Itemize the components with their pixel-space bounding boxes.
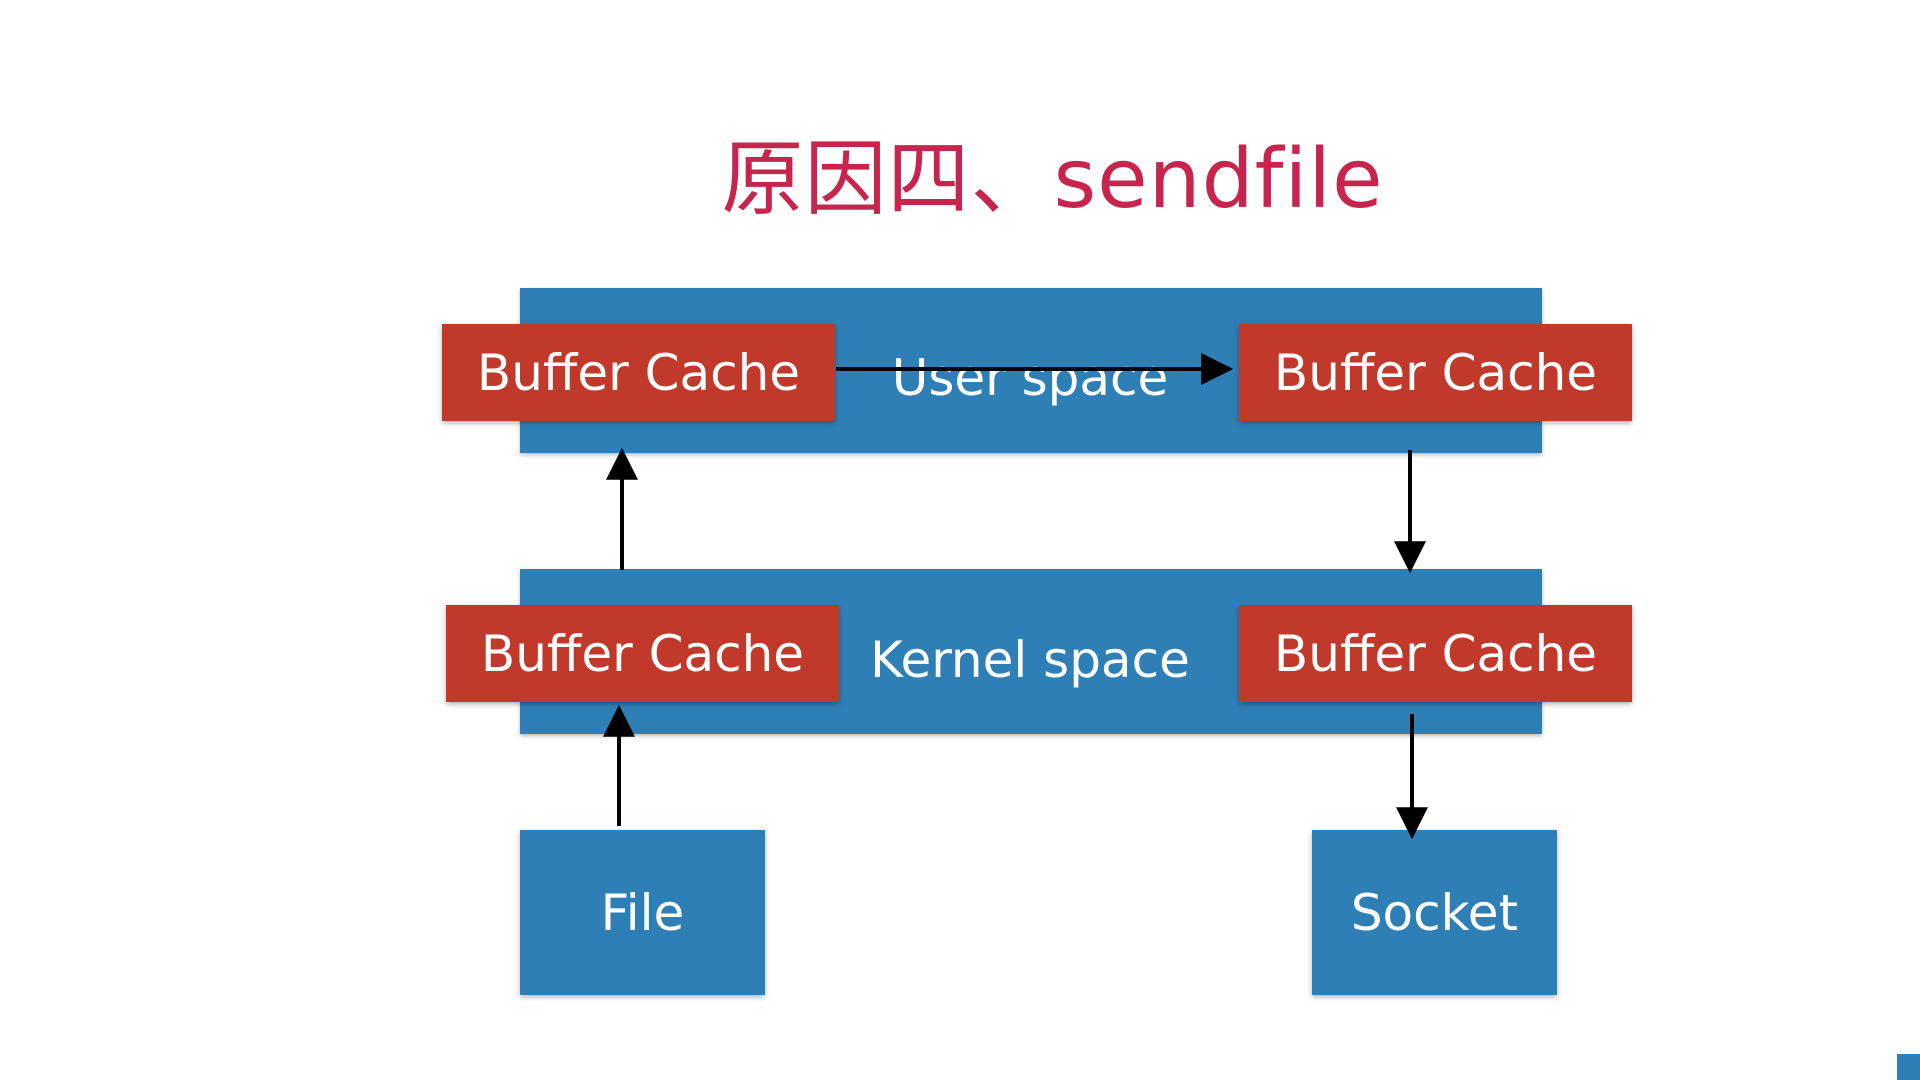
user-space-label: User space: [891, 349, 1169, 407]
kernel-buffer-cache-left: Buffer Cache: [446, 605, 839, 702]
kernel-space-label: Kernel space: [870, 631, 1190, 689]
file-box: File: [520, 830, 765, 995]
user-buffer-cache-left: Buffer Cache: [442, 324, 835, 421]
corner-mark: [1897, 1054, 1920, 1080]
user-buffer-cache-right: Buffer Cache: [1239, 324, 1632, 421]
slide-title: 原因四、sendfile: [721, 132, 1384, 227]
kernel-buffer-cache-right: Buffer Cache: [1239, 605, 1632, 702]
slide: 原因四、sendfile User space Kernel space Buf…: [0, 0, 1920, 1080]
socket-box: Socket: [1312, 830, 1557, 995]
